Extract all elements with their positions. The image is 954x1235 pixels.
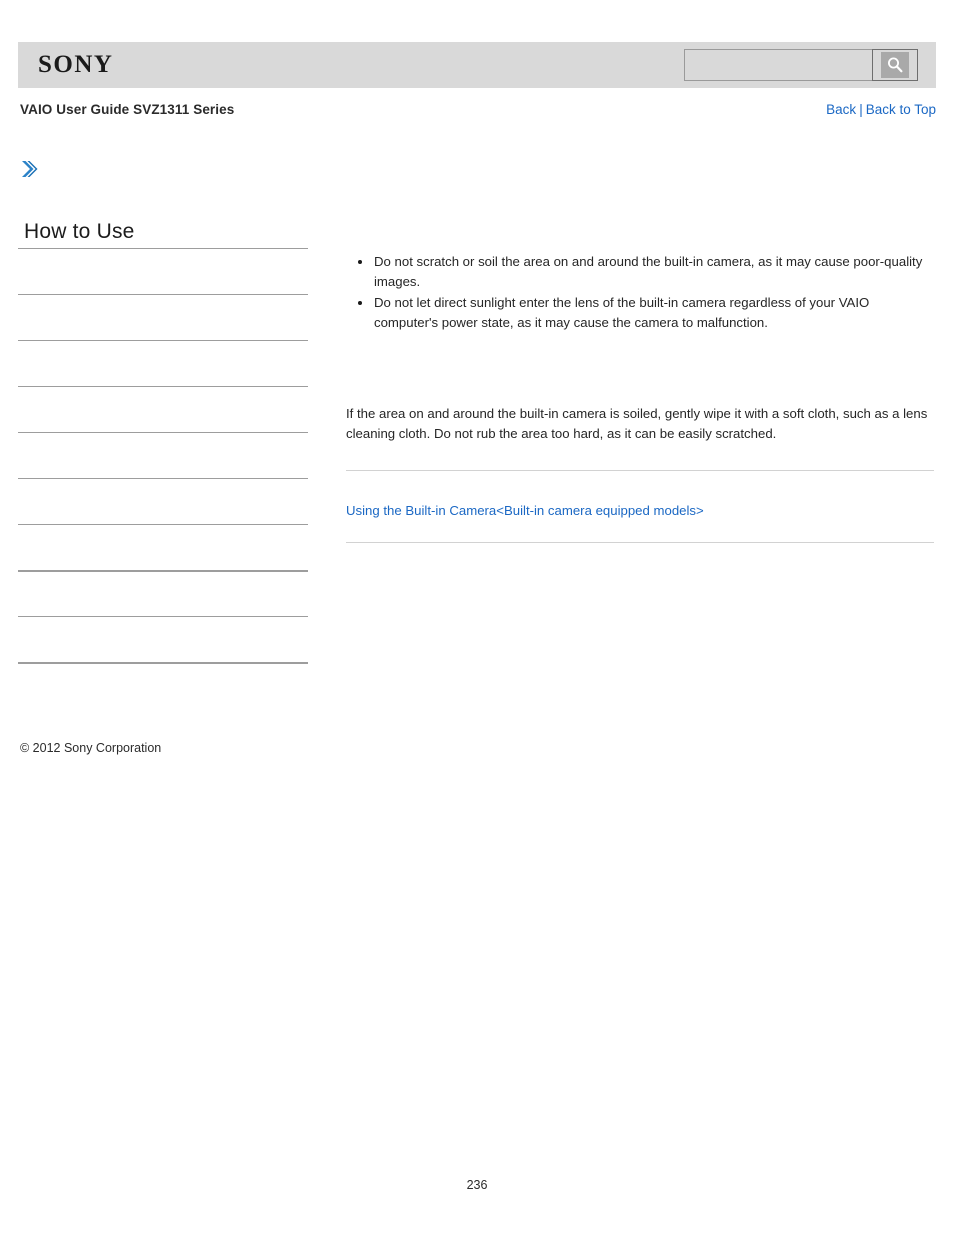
list-item[interactable] — [18, 386, 308, 432]
list-item[interactable] — [18, 294, 308, 340]
list-item[interactable] — [18, 478, 308, 524]
main-content: Do not scratch or soil the area on and a… — [346, 252, 934, 543]
document-page: SONY VAIO User Guide SVZ1311 Series Back… — [0, 0, 954, 1235]
search-button[interactable] — [872, 49, 918, 81]
list-item: Do not scratch or soil the area on and a… — [358, 252, 934, 292]
nav-separator: | — [859, 102, 863, 117]
header-nav: Back | Back to Top — [826, 102, 936, 117]
page-title: How to Use — [24, 220, 135, 243]
page-number: 236 — [466, 1178, 488, 1192]
list-item[interactable] — [18, 340, 308, 386]
notes-list: Do not scratch or soil the area on and a… — [346, 252, 934, 333]
list-item: Do not let direct sunlight enter the len… — [358, 293, 934, 333]
divider-top — [346, 470, 934, 471]
site-header: SONY — [18, 42, 936, 88]
copyright-text: © 2012 Sony Corporation — [20, 741, 162, 755]
search-icon — [881, 52, 909, 78]
list-item[interactable] — [18, 432, 308, 478]
related-topic-link[interactable]: Using the Built-in Camera<Built-in camer… — [346, 503, 704, 518]
back-link[interactable]: Back — [826, 102, 856, 117]
body-paragraph: If the area on and around the built-in c… — [346, 406, 928, 441]
sony-logo: SONY — [38, 51, 114, 78]
list-item[interactable] — [18, 524, 308, 570]
guide-title: VAIO User Guide SVZ1311 Series — [20, 102, 235, 117]
double-chevron-right-icon[interactable] — [18, 158, 40, 180]
back-to-top-link[interactable]: Back to Top — [866, 102, 936, 117]
search-area — [684, 49, 918, 81]
sidebar: How to Use — [18, 158, 318, 664]
list-item[interactable] — [18, 570, 308, 616]
list-item[interactable] — [18, 662, 308, 664]
table-of-contents — [18, 248, 308, 664]
search-input[interactable] — [684, 49, 872, 81]
list-item[interactable] — [18, 248, 308, 294]
list-item[interactable] — [18, 616, 308, 662]
divider-bottom — [346, 542, 934, 543]
